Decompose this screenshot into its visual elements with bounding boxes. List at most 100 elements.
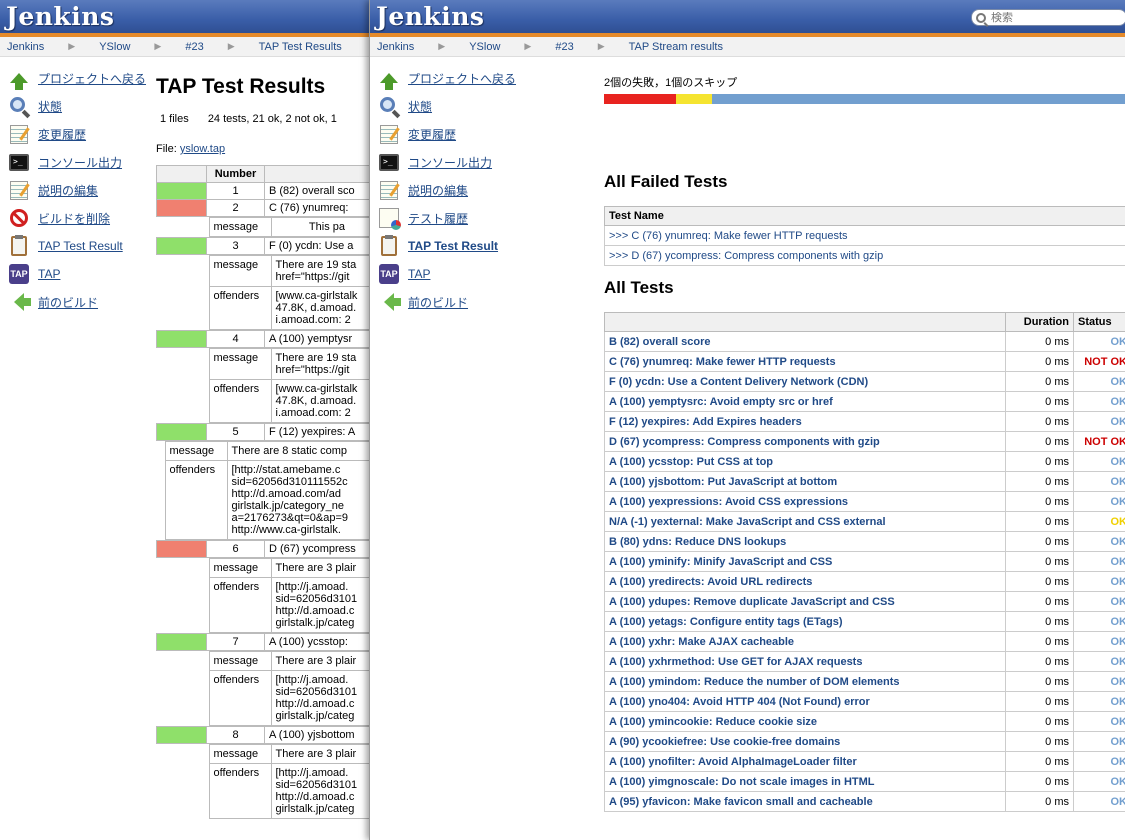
sidebar-item-label[interactable]: 状態 — [38, 98, 62, 115]
sidebar-item-label[interactable]: 前のビルド — [408, 294, 468, 311]
breadcrumb-item[interactable]: TAP Test Results — [259, 41, 342, 53]
sidebar-item[interactable]: TAP Test Result — [378, 232, 528, 260]
sidebar-item[interactable]: 状態 — [378, 92, 528, 120]
sidebar-item-label[interactable]: 説明の編集 — [38, 182, 98, 199]
jenkins-logo[interactable]: Jenkins — [6, 2, 114, 31]
sidebar-item-label[interactable]: 説明の編集 — [408, 182, 468, 199]
test-link[interactable]: A (100) yemptysrc: Avoid empty src or hr… — [609, 396, 833, 408]
sidebar-item-label[interactable]: TAP — [38, 267, 60, 281]
test-link[interactable]: A (100) yjsbottom: Put JavaScript at bot… — [609, 476, 837, 488]
sidebar-item-label[interactable]: コンソール出力 — [408, 154, 492, 171]
failed-test-link[interactable]: >>> D (67) ycompress: Compress component… — [609, 250, 883, 262]
sidebar-item-label[interactable]: TAP Test Result — [408, 239, 498, 253]
test-link[interactable]: A (100) yetags: Configure entity tags (E… — [609, 616, 842, 628]
breadcrumb-item[interactable]: Jenkins — [7, 41, 44, 53]
test-link[interactable]: A (100) yxhr: Make AJAX cacheable — [609, 636, 794, 648]
sidebar-item[interactable]: テスト履歴 — [378, 204, 528, 232]
test-link[interactable]: A (100) ymincookie: Reduce cookie size — [609, 716, 817, 728]
detail-line: message There are 3 plair — [208, 651, 372, 671]
test-link[interactable]: C (76) ynumreq: Make fewer HTTP requests — [609, 356, 836, 368]
detail-line: message There are 3 plair — [208, 744, 372, 764]
test-duration: 0 ms — [1005, 511, 1074, 532]
table-row: C (76) ynumreq: Make fewer HTTP requests… — [604, 351, 1125, 372]
sidebar-item[interactable]: 変更履歴 — [8, 120, 158, 148]
sidebar-item[interactable]: 説明の編集 — [378, 176, 528, 204]
sidebar-item-label[interactable]: 前のビルド — [38, 294, 98, 311]
test-link[interactable]: A (100) yminify: Minify JavaScript and C… — [609, 556, 832, 568]
sidebar-item-label[interactable]: 変更履歴 — [38, 126, 86, 143]
breadcrumb-item[interactable]: TAP Stream results — [629, 41, 723, 53]
test-link[interactable]: A (100) ycsstop: Put CSS at top — [609, 456, 773, 468]
breadcrumb-item[interactable]: Jenkins — [377, 41, 414, 53]
sidebar-item-label[interactable]: プロジェクトへ戻る — [408, 70, 516, 87]
test-name-cell: A (100) ydupes: Remove duplicate JavaScr… — [604, 591, 1006, 612]
sidebar-item[interactable]: 説明の編集 — [8, 176, 158, 204]
failed-test-cell: >>> C (76) ynumreq: Make fewer HTTP requ… — [604, 225, 1125, 246]
test-link[interactable]: A (100) yxhrmethod: Use GET for AJAX req… — [609, 656, 862, 668]
test-link[interactable]: A (100) yredirects: Avoid URL redirects — [609, 576, 812, 588]
back-window: Jenkins Jenkins ▶ YSlow ▶ #23 ▶ TAP Test Resul… — [0, 0, 372, 840]
test-link[interactable]: A (100) yexpressions: Avoid CSS expressi… — [609, 496, 848, 508]
test-link[interactable]: A (100) ynofilter: Avoid AlphaImageLoade… — [609, 756, 857, 768]
sidebar-item-label[interactable]: 変更履歴 — [408, 126, 456, 143]
test-status: OK — [1073, 591, 1125, 612]
search-box[interactable] — [971, 9, 1125, 26]
test-status: OK — [1073, 791, 1125, 812]
table-row: N/A (-1) yexternal: Make JavaScript and … — [604, 511, 1125, 532]
sidebar-item-label[interactable]: 状態 — [408, 98, 432, 115]
test-duration: 0 ms — [1005, 711, 1074, 732]
sidebar-item[interactable]: ビルドを削除 — [8, 204, 158, 232]
table-row: 3F (0) ycdn: Use a — [156, 237, 372, 255]
test-link[interactable]: A (100) ydupes: Remove duplicate JavaScr… — [609, 596, 895, 608]
sidebar-item[interactable]: 前のビルド — [378, 288, 528, 316]
failed-test-link[interactable]: >>> C (76) ynumreq: Make fewer HTTP requ… — [609, 230, 848, 242]
sidebar-item-label[interactable]: TAP — [408, 267, 430, 281]
failed-tests-table: Test Name >>> C (76) ynumreq: Make fewer… — [604, 206, 1125, 266]
sidebar-item[interactable]: TAP TAP — [378, 260, 528, 288]
test-link[interactable]: B (82) overall score — [609, 336, 711, 348]
breadcrumb-item[interactable]: #23 — [555, 41, 573, 53]
breadcrumb: Jenkins ▶ YSlow ▶ #23 ▶ TAP Test Results — [0, 37, 372, 57]
sidebar-item[interactable]: >_ コンソール出力 — [378, 148, 528, 176]
sidebar-item-label[interactable]: プロジェクトへ戻る — [38, 70, 146, 87]
breadcrumb-item[interactable]: #23 — [185, 41, 203, 53]
sidebar-item[interactable]: 状態 — [8, 92, 158, 120]
test-link[interactable]: N/A (-1) yexternal: Make JavaScript and … — [609, 516, 886, 528]
test-link[interactable]: D (67) ycompress: Compress components wi… — [609, 436, 880, 448]
jenkins-logo[interactable]: Jenkins — [376, 2, 484, 31]
test-name-cell: F (12) yexpires: Add Expires headers — [604, 411, 1006, 432]
test-duration: 0 ms — [1005, 611, 1074, 632]
test-link[interactable]: F (12) yexpires: Add Expires headers — [609, 416, 802, 428]
sidebar-item-label[interactable]: コンソール出力 — [38, 154, 122, 171]
table-row: 7A (100) ycsstop: — [156, 633, 372, 651]
test-name-cell: A (100) yetags: Configure entity tags (E… — [604, 611, 1006, 632]
progress-fail-segment — [604, 94, 676, 104]
test-duration: 0 ms — [1005, 591, 1074, 612]
duration-column-header: Duration — [1005, 312, 1074, 332]
sidebar-item[interactable]: 変更履歴 — [378, 120, 528, 148]
sidebar-item[interactable]: プロジェクトへ戻る — [378, 64, 528, 92]
test-link[interactable]: B (80) ydns: Reduce DNS lookups — [609, 536, 786, 548]
sidebar-item[interactable]: TAP TAP — [8, 260, 158, 288]
test-link[interactable]: A (100) ymindom: Reduce the number of DO… — [609, 676, 900, 688]
test-name-cell: A (100) yexpressions: Avoid CSS expressi… — [604, 491, 1006, 512]
sidebar-item-label[interactable]: ビルドを削除 — [38, 210, 110, 227]
test-link[interactable]: A (95) yfavicon: Make favicon small and … — [609, 796, 873, 808]
detail-table: message There are 19 sta href="https://gi… — [208, 348, 372, 423]
test-link[interactable]: F (0) ycdn: Use a Content Delivery Netwo… — [609, 376, 868, 388]
test-link[interactable]: A (100) yno404: Avoid HTTP 404 (Not Foun… — [609, 696, 870, 708]
test-link[interactable]: A (90) ycookiefree: Use cookie-free doma… — [609, 736, 840, 748]
breadcrumb-item[interactable]: YSlow — [99, 41, 130, 53]
file-link[interactable]: yslow.tap — [180, 143, 225, 155]
sidebar-item[interactable]: TAP Test Result — [8, 232, 158, 260]
search-input[interactable] — [991, 11, 1111, 24]
sidebar-item[interactable]: >_ コンソール出力 — [8, 148, 158, 176]
sidebar-item-label[interactable]: TAP Test Result — [38, 239, 123, 253]
table-row: A (90) ycookiefree: Use cookie-free doma… — [604, 731, 1125, 752]
test-link[interactable]: A (100) yimgnoscale: Do not scale images… — [609, 776, 875, 788]
sidebar-item-label[interactable]: テスト履歴 — [408, 210, 468, 227]
sidebar-item[interactable]: 前のビルド — [8, 288, 158, 316]
table-row: A (100) ycsstop: Put CSS at top 0 msOK — [604, 451, 1125, 472]
sidebar-item[interactable]: プロジェクトへ戻る — [8, 64, 158, 92]
breadcrumb-item[interactable]: YSlow — [469, 41, 500, 53]
